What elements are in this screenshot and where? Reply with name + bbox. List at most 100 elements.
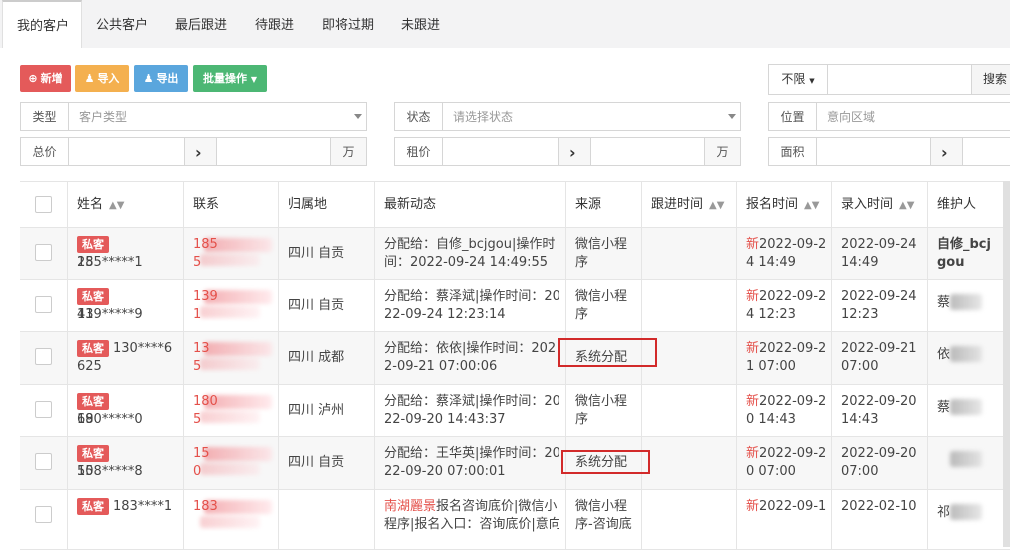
select-all-checkbox[interactable]	[35, 196, 52, 213]
entry-time-cont: 07:00	[841, 359, 879, 374]
activity-line: 报名咨询底价|微信小	[436, 499, 558, 514]
header-contact: 联系	[184, 182, 279, 227]
contact-link-cont[interactable]: 5	[193, 411, 272, 429]
customer-table: 姓名 ▲▼ 联系 归属地 最新动态 来源 跟进时间 ▲▼ 报名时间 ▲▼ 录入时间 ▲▼…	[20, 181, 1010, 550]
contact-link-cont[interactable]: 5	[193, 358, 272, 376]
customer-phone-masked-cont: 50	[77, 464, 94, 479]
search-button[interactable]: 搜索	[971, 64, 1010, 95]
project-link[interactable]: 南湖麗景	[384, 499, 436, 514]
scroll-track[interactable]	[1003, 181, 1010, 547]
rent-max[interactable]	[590, 137, 705, 166]
export-button[interactable]: ♟ 导出	[134, 65, 188, 92]
contact-link[interactable]: 180	[193, 393, 272, 411]
contact-link-cont[interactable]: 0	[193, 463, 272, 481]
name-cell: 私客185*****1 25	[68, 228, 184, 279]
area-label: 面积	[768, 137, 817, 166]
maintainer-name: 依	[937, 347, 951, 362]
location-placeholder: 意向区域	[827, 110, 876, 124]
contact-link[interactable]: 183	[193, 498, 272, 516]
activity-cell: 分配给：蔡泽斌|操作时间：20 22-09-24 12:23:14	[375, 280, 566, 331]
tab-public-customers[interactable]: 公共客户	[96, 0, 148, 48]
header-name[interactable]: 姓名 ▲▼	[68, 182, 184, 227]
type-select[interactable]: 客户类型	[68, 102, 367, 131]
tab-not-followed[interactable]: 未跟进	[401, 0, 440, 48]
contact-cell: 15 0	[184, 437, 279, 489]
row-checkbox[interactable]	[35, 506, 52, 523]
add-button[interactable]: ⊕ 新增	[20, 65, 71, 92]
row-checkbox[interactable]	[35, 296, 52, 313]
contact-link[interactable]: 13	[193, 340, 272, 358]
search-input[interactable]	[827, 64, 972, 95]
header-followup-time[interactable]: 跟进时间 ▲▼	[642, 182, 737, 227]
contact-cell: 13 5	[184, 332, 279, 384]
source-cell: 微信小程 序	[566, 280, 642, 331]
activity-cell: 分配给：依依|操作时间：202 2-09-21 07:00:06	[375, 332, 566, 384]
filter-select[interactable]: 不限 ▼	[768, 64, 828, 95]
redacted-contact	[200, 516, 260, 528]
row-select-cell	[20, 437, 68, 489]
rent-min[interactable]	[442, 137, 559, 166]
private-customer-tag: 私客	[77, 445, 109, 462]
area-range-button[interactable]: ›	[930, 137, 963, 166]
name-cell: 私客139*****9 41	[68, 280, 184, 331]
row-select-cell	[20, 228, 68, 279]
new-badge: 新	[746, 237, 760, 252]
maintainer-name: 自修_bcj	[937, 237, 991, 252]
name-cell: 私客180*****0 69	[68, 385, 184, 436]
tab-expiring[interactable]: 即将过期	[322, 0, 374, 48]
rent-label: 租价	[394, 137, 443, 166]
location-input[interactable]: 意向区域	[816, 102, 1010, 131]
import-button[interactable]: ♟ 导入	[75, 65, 129, 92]
contact-link-cont[interactable]: 1	[193, 306, 272, 324]
table-row[interactable]: 私客 183****1 183 南湖麗景报名咨询底价|微信小 程序|报名入口：咨询…	[20, 490, 1010, 550]
total-price-range-button[interactable]: ›	[184, 137, 217, 166]
filter-select-value: 不限	[781, 72, 806, 86]
status-select[interactable]: 请选择状态	[442, 102, 741, 131]
contact-link-cont[interactable]: 5	[193, 254, 272, 272]
entry-time-cont: 07:00	[841, 464, 879, 479]
row-checkbox[interactable]	[35, 401, 52, 418]
total-price-max[interactable]	[216, 137, 331, 166]
header-source: 来源	[566, 182, 642, 227]
entry-time-cell: 2022-09-20 14:43	[832, 385, 928, 436]
batch-operation-button[interactable]: 批量操作 ▼	[193, 65, 267, 92]
entry-time-cont: 14:49	[841, 255, 879, 270]
rent-range-button[interactable]: ›	[558, 137, 591, 166]
row-checkbox[interactable]	[35, 348, 52, 365]
contact-cell: 139 1	[184, 280, 279, 331]
sort-icon: ▲▼	[109, 200, 125, 211]
register-time-cell: 新2022-09-2 4 14:49	[737, 228, 832, 279]
contact-link[interactable]: 185	[193, 236, 272, 254]
header-entry-time[interactable]: 录入时间 ▲▼	[832, 182, 928, 227]
tab-pending-followup[interactable]: 待跟进	[255, 0, 294, 48]
location-cell: 四川 自贡	[279, 280, 375, 331]
header-location: 归属地	[279, 182, 375, 227]
table-row[interactable]: 私客 130****6 625 13 5 四川 成都 分配给：依依|操作时间：202…	[20, 332, 1010, 385]
table-row[interactable]: 私客185*****1 25 185 5 四川 自贡 分配给：自修_bcjgou|…	[20, 228, 1010, 280]
customer-phone-masked: 130****6	[113, 341, 173, 356]
area-max[interactable]	[962, 137, 1010, 166]
customer-phone-masked-cont: 69	[77, 412, 94, 427]
activity-line: 22-09-20 14:43:37	[384, 412, 506, 427]
add-button-label: 新增	[40, 72, 63, 85]
entry-time: 2022-09-21	[841, 341, 917, 356]
status-label: 状态	[394, 102, 443, 131]
header-register-time[interactable]: 报名时间 ▲▼	[737, 182, 832, 227]
area-min[interactable]	[816, 137, 931, 166]
location-cell: 四川 自贡	[279, 228, 375, 279]
contact-link[interactable]: 15	[193, 445, 272, 463]
user-import-icon: ♟	[84, 72, 95, 85]
table-row[interactable]: 私客139*****9 41 139 1 四川 自贡 分配给：蔡泽斌|操作时间：2…	[20, 280, 1010, 332]
table-row[interactable]: 私客158*****8 50 15 0 四川 自贡 分配给：王华英|操作时间：20…	[20, 437, 1010, 490]
row-checkbox[interactable]	[35, 244, 52, 261]
contact-link[interactable]: 139	[193, 288, 272, 306]
tab-last-followup[interactable]: 最后跟进	[175, 0, 227, 48]
total-price-min[interactable]	[68, 137, 185, 166]
maintainer-cell: 蔡	[928, 385, 1010, 436]
private-customer-tag: 私客	[77, 498, 109, 515]
tab-my-customers[interactable]: 我的客户	[2, 0, 82, 48]
entry-time-cell: 2022-02-10	[832, 490, 928, 549]
source-text-cont: 序	[575, 412, 589, 427]
table-row[interactable]: 私客180*****0 69 180 5 四川 泸州 分配给：蔡泽斌|操作时间：2…	[20, 385, 1010, 437]
row-checkbox[interactable]	[35, 453, 52, 470]
